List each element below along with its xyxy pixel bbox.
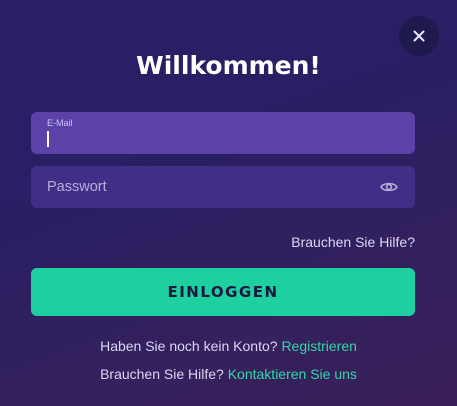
register-link[interactable]: Registrieren: [281, 338, 356, 354]
login-dialog: Willkommen! E-Mail Brauchen Sie Hilfe? E…: [0, 0, 457, 406]
register-prompt: Haben Sie noch kein Konto?: [100, 338, 278, 354]
email-field[interactable]: E-Mail: [31, 112, 415, 154]
email-label: E-Mail: [47, 118, 73, 128]
register-prompt-line: Haben Sie noch kein Konto? Registrieren: [0, 337, 457, 355]
dialog-title: Willkommen!: [136, 51, 321, 80]
eye-icon[interactable]: [379, 178, 399, 196]
contact-link[interactable]: Kontaktieren Sie uns: [228, 366, 357, 382]
support-prompt-line: Brauchen Sie Hilfe? Kontaktieren Sie uns: [0, 365, 457, 383]
email-input[interactable]: [47, 129, 377, 149]
close-icon: [413, 30, 425, 42]
help-link[interactable]: Brauchen Sie Hilfe?: [291, 233, 415, 251]
login-button[interactable]: EINLOGGEN: [31, 268, 415, 316]
password-field[interactable]: [31, 166, 415, 208]
support-prompt: Brauchen Sie Hilfe?: [100, 366, 224, 382]
password-input[interactable]: [47, 177, 367, 197]
